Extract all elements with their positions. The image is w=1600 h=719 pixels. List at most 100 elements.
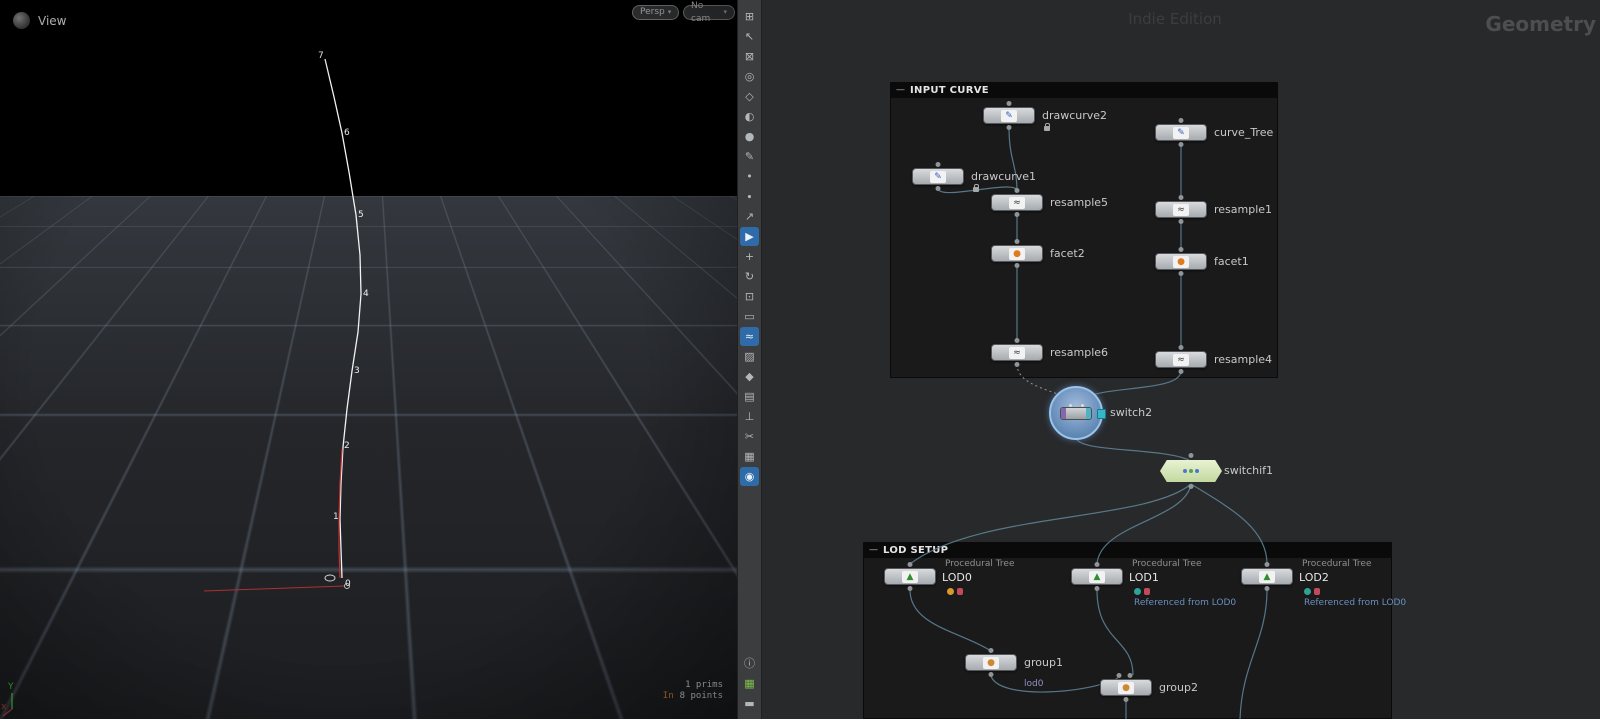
output-connector[interactable] bbox=[1014, 212, 1020, 217]
node-lod1[interactable]: ▲ Procedural Tree LOD1 Referenced from L… bbox=[1071, 559, 1236, 608]
input-connector[interactable] bbox=[988, 648, 994, 653]
output-connector[interactable] bbox=[1178, 219, 1184, 224]
paint-tool-icon[interactable]: ▨ bbox=[740, 347, 759, 366]
node-group1[interactable]: ● group1 lod0 bbox=[965, 648, 1063, 689]
input-connector[interactable] bbox=[935, 162, 941, 167]
warning-icon[interactable] bbox=[947, 588, 954, 595]
output-connector[interactable] bbox=[1264, 586, 1270, 591]
lock-flag-icon[interactable] bbox=[957, 588, 963, 595]
input-connector[interactable] bbox=[907, 562, 913, 567]
node-drawcurve2[interactable]: ✎ drawcurve2 bbox=[983, 101, 1107, 130]
right-flag[interactable] bbox=[1086, 408, 1091, 419]
scene-viewport[interactable]: 7 6 5 4 3 2 1 0 View Persp ▾ No cam ▾ 1 … bbox=[0, 0, 737, 719]
output-connector[interactable] bbox=[988, 672, 994, 677]
input-connector[interactable] bbox=[1014, 239, 1020, 244]
input-label: In bbox=[662, 691, 674, 701]
light-tool-icon[interactable]: ◉ bbox=[740, 467, 759, 486]
grid-snap-icon[interactable]: ▤ bbox=[740, 387, 759, 406]
left-flag[interactable] bbox=[1061, 408, 1066, 419]
input-connector[interactable] bbox=[1014, 338, 1020, 343]
persp-menu-button[interactable]: Persp ▾ bbox=[632, 5, 679, 20]
info-icon[interactable]: ⓘ bbox=[740, 654, 759, 673]
select-tool-icon[interactable]: ▶ bbox=[740, 227, 759, 246]
input-connector[interactable] bbox=[1081, 404, 1084, 407]
output-connector[interactable] bbox=[1178, 142, 1184, 147]
input-connector[interactable] bbox=[1014, 188, 1020, 193]
input-connector[interactable] bbox=[1127, 673, 1133, 678]
node-resample4[interactable]: ≈ resample4 bbox=[1155, 345, 1272, 374]
output-connector[interactable] bbox=[907, 586, 913, 591]
input-connector[interactable] bbox=[1178, 118, 1184, 123]
marquee-select-icon[interactable]: ▭ bbox=[740, 307, 759, 326]
node-group2[interactable]: ● group2 bbox=[1100, 673, 1198, 702]
node-switch2[interactable]: switch2 bbox=[1049, 386, 1152, 440]
node-lod2[interactable]: ▲ Procedural Tree LOD2 Referenced from L… bbox=[1241, 559, 1406, 608]
rotate-tool-icon[interactable]: ↻ bbox=[740, 267, 759, 286]
output-connector[interactable] bbox=[1094, 586, 1100, 591]
node-facet1[interactable]: ● facet1 bbox=[1155, 247, 1249, 276]
input-connector[interactable] bbox=[1006, 101, 1012, 106]
drawcurve-icon: ✎ bbox=[930, 170, 946, 183]
lock-flag-icon[interactable] bbox=[1144, 588, 1150, 595]
input-connector[interactable] bbox=[1178, 247, 1184, 252]
output-connector[interactable] bbox=[1123, 697, 1129, 702]
shading-icon[interactable]: ◐ bbox=[740, 107, 759, 126]
output-connector[interactable] bbox=[1188, 484, 1194, 489]
node-resample6[interactable]: ≈ resample6 bbox=[991, 338, 1108, 367]
translate-tool-icon[interactable]: + bbox=[740, 247, 759, 266]
input-connector[interactable] bbox=[1188, 453, 1194, 458]
switchif-body[interactable] bbox=[1160, 460, 1222, 482]
input-connector[interactable] bbox=[1178, 345, 1184, 350]
node-facet2[interactable]: ● facet2 bbox=[991, 239, 1085, 268]
reference-icon[interactable] bbox=[1304, 588, 1311, 595]
memory-icon[interactable]: ▬ bbox=[740, 694, 759, 713]
viewport-layout-icon[interactable]: ⊞ bbox=[740, 7, 759, 26]
node-resample5[interactable]: ≈ resample5 bbox=[991, 188, 1108, 217]
input-connector[interactable] bbox=[1069, 404, 1072, 407]
switch-node-body[interactable] bbox=[1060, 404, 1092, 420]
input-connector[interactable] bbox=[1264, 562, 1270, 567]
network-editor[interactable]: Indie Edition Geometry — INPUT CURVE — L… bbox=[762, 0, 1600, 719]
lock-icon[interactable]: ⊠ bbox=[740, 47, 759, 66]
scale-tool-icon[interactable]: ⊡ bbox=[740, 287, 759, 306]
chevron-down-icon: ▾ bbox=[723, 8, 727, 16]
cells-icon[interactable]: ▦ bbox=[740, 674, 759, 693]
cursor-icon[interactable]: ↖ bbox=[740, 27, 759, 46]
cut-tool-icon[interactable]: ✂ bbox=[740, 427, 759, 446]
align-tool-icon[interactable]: ⊥ bbox=[740, 407, 759, 426]
mirror-tool-icon[interactable]: ▦ bbox=[740, 447, 759, 466]
pen-icon[interactable]: ✎ bbox=[740, 147, 759, 166]
node-switchif1[interactable]: switchif1 bbox=[1160, 453, 1273, 489]
input-connector[interactable] bbox=[1178, 195, 1184, 200]
houdini-window: 7 6 5 4 3 2 1 0 View Persp ▾ No cam ▾ 1 … bbox=[0, 0, 1600, 719]
input-connector[interactable] bbox=[1116, 673, 1122, 678]
display-flag[interactable] bbox=[1097, 409, 1106, 419]
output-connector[interactable] bbox=[1178, 369, 1184, 374]
small-dot-icon[interactable]: ∙ bbox=[740, 187, 759, 206]
input-connector[interactable] bbox=[1094, 562, 1100, 567]
origin-handle[interactable] bbox=[324, 574, 336, 582]
diamond-snap-icon[interactable]: ◇ bbox=[740, 87, 759, 106]
arrow-tool-icon[interactable]: ↗ bbox=[740, 207, 759, 226]
pin-icon[interactable]: ◎ bbox=[740, 67, 759, 86]
draw-curve[interactable] bbox=[324, 58, 362, 579]
output-connector[interactable] bbox=[1006, 125, 1012, 130]
node-lod0[interactable]: ▲ Procedural Tree LOD0 bbox=[884, 559, 1015, 595]
node-type-label: Procedural Tree bbox=[1132, 559, 1202, 569]
sphere-icon[interactable]: ● bbox=[740, 127, 759, 146]
dot-icon[interactable]: • bbox=[740, 167, 759, 186]
curve-tool-icon[interactable]: ≈ bbox=[740, 327, 759, 346]
camera-select-button[interactable]: No cam ▾ bbox=[683, 1, 735, 24]
node-drawcurve1[interactable]: ✎ drawcurve1 bbox=[912, 162, 1036, 191]
tree-icon: ▲ bbox=[1259, 570, 1275, 583]
output-connector[interactable] bbox=[1014, 263, 1020, 268]
reference-icon[interactable] bbox=[1134, 588, 1141, 595]
node-resample1[interactable]: ≈ resample1 bbox=[1155, 195, 1272, 224]
snap-icon[interactable]: ◆ bbox=[740, 367, 759, 386]
output-connector[interactable] bbox=[935, 186, 941, 191]
group-icon: ● bbox=[983, 656, 999, 669]
lock-flag-icon[interactable] bbox=[1314, 588, 1320, 595]
node-curve-tree[interactable]: ✎ curve_Tree bbox=[1155, 118, 1273, 147]
output-connector[interactable] bbox=[1178, 271, 1184, 276]
output-connector[interactable] bbox=[1014, 362, 1020, 367]
